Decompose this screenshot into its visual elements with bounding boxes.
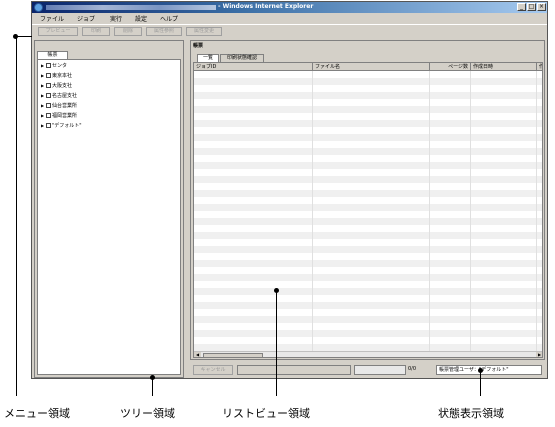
toolbar: プレビュー 印刷 削除 属性参照 属性変更 <box>32 24 547 36</box>
checkbox[interactable] <box>46 93 51 98</box>
column-divider <box>312 71 313 351</box>
print-button[interactable]: 印刷 <box>82 27 110 36</box>
column-divider <box>429 71 430 351</box>
column-header-file-name[interactable]: ファイル名 <box>313 63 430 71</box>
progress-count: 0/0 <box>408 366 417 372</box>
content-area: 帳票 ▶ センタ ▶ 東京本社 ▶ 大阪支社 ▶ 名古屋支社 ▶ 仙台営業所 ▶ 福岡営業所… <box>32 38 547 378</box>
menu-job[interactable]: ジョブ <box>77 14 95 23</box>
view-attributes-button[interactable]: 属性参照 <box>146 27 182 36</box>
list-rows[interactable] <box>194 71 542 351</box>
annotation-list-area: リストビュー領域 <box>222 407 310 420</box>
checkbox[interactable] <box>46 63 51 68</box>
tab-print-status[interactable]: 印刷状態確認 <box>220 54 264 62</box>
progress-bar <box>354 365 406 375</box>
checkbox[interactable] <box>46 83 51 88</box>
tree-view: ▶ センタ ▶ 東京本社 ▶ 大阪支社 ▶ 名古屋支社 ▶ 仙台営業所 ▶ 福岡営業所 ▶ "… <box>37 59 181 375</box>
horizontal-scrollbar[interactable]: ◀ ▶ <box>194 351 542 357</box>
annotation-menu-area: メニュー領域 <box>4 407 70 420</box>
annotation-status-area: 状態表示領域 <box>438 407 504 420</box>
checkbox[interactable] <box>46 73 51 78</box>
current-user-field: 帳票管理ユーザ："デフォルト" <box>436 365 542 375</box>
column-divider <box>470 71 471 351</box>
scroll-right-icon[interactable]: ▶ <box>536 352 542 357</box>
column-header-job-id[interactable]: ジョブID <box>194 63 313 71</box>
tab-list[interactable]: 一覧 <box>197 54 219 62</box>
maximize-icon[interactable]: □ <box>527 3 536 11</box>
ie-logo-icon <box>34 3 43 12</box>
tree-tab[interactable]: 帳票 <box>37 51 68 59</box>
callout-dot-menu <box>13 34 18 39</box>
window-title: - Windows Internet Explorer <box>218 3 314 10</box>
tree-item[interactable]: ▶ 福岡営業所 <box>41 111 77 120</box>
column-divider <box>536 71 537 351</box>
preview-button[interactable]: プレビュー <box>38 27 78 36</box>
column-header-created[interactable]: 作成日時 <box>471 63 537 71</box>
close-icon[interactable]: × <box>537 3 546 11</box>
change-attributes-button[interactable]: 属性変更 <box>186 27 222 36</box>
checkbox[interactable] <box>46 103 51 108</box>
menu-run[interactable]: 実行 <box>110 14 122 23</box>
callout-line-list <box>276 290 277 396</box>
tree-item[interactable]: ▶ 名古屋支社 <box>41 91 77 100</box>
list-view: ジョブID ファイル名 ページ数 作成日時 作 ◀ ▶ <box>193 62 543 358</box>
scroll-thumb[interactable] <box>203 353 263 357</box>
delete-button[interactable]: 削除 <box>114 27 142 36</box>
list-pane: 帳票 一覧 印刷状態確認 ジョブID ファイル名 ページ数 作成日時 作 ◀ <box>190 40 545 360</box>
menu-file[interactable]: ファイル <box>40 14 64 23</box>
callout-line-status <box>480 370 481 396</box>
menu-help[interactable]: ヘルプ <box>160 14 178 23</box>
callout-line-menu <box>16 36 32 37</box>
tree-item[interactable]: ▶ センタ <box>41 61 67 70</box>
title-url-blurred <box>46 5 216 10</box>
status-bar: キャンセル 0/0 帳票管理ユーザ："デフォルト" <box>190 363 545 376</box>
title-bar: - Windows Internet Explorer _ □ × <box>32 2 547 13</box>
tree-item[interactable]: ▶ 仙台営業所 <box>41 101 77 110</box>
browser-window: - Windows Internet Explorer _ □ × ファイル ジ… <box>31 1 548 379</box>
column-header-more[interactable]: 作 <box>537 63 542 71</box>
tree-item[interactable]: ▶ 大阪支社 <box>41 81 72 90</box>
menu-bar: ファイル ジョブ 実行 設定 ヘルプ <box>32 13 547 24</box>
callout-dot-tree <box>150 375 155 380</box>
checkbox[interactable] <box>46 113 51 118</box>
annotation-tree-area: ツリー領域 <box>120 407 175 420</box>
list-header: ジョブID ファイル名 ページ数 作成日時 作 <box>194 63 542 71</box>
callout-line-tree <box>152 378 153 396</box>
menu-settings[interactable]: 設定 <box>135 14 147 23</box>
callout-line-menu <box>16 36 17 396</box>
callout-dot-list <box>274 288 279 293</box>
status-message-field <box>237 365 351 375</box>
list-pane-title: 帳票 <box>193 43 204 49</box>
checkbox[interactable] <box>46 123 51 128</box>
callout-dot-status <box>478 368 483 373</box>
cancel-button[interactable]: キャンセル <box>193 365 233 375</box>
tree-pane: 帳票 ▶ センタ ▶ 東京本社 ▶ 大阪支社 ▶ 名古屋支社 ▶ 仙台営業所 ▶ 福岡営業所… <box>34 40 184 378</box>
tree-item[interactable]: ▶ 東京本社 <box>41 71 72 80</box>
scroll-left-icon[interactable]: ◀ <box>194 352 201 357</box>
tree-item[interactable]: ▶ "デフォルト" <box>41 121 82 130</box>
minimize-icon[interactable]: _ <box>517 3 526 11</box>
column-header-pages[interactable]: ページ数 <box>430 63 471 71</box>
